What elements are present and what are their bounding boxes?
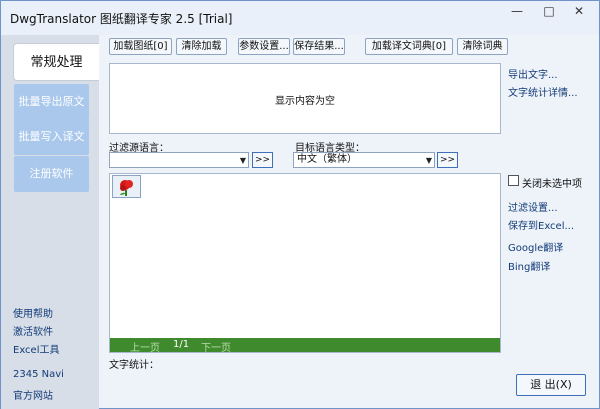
close-unselected-checkbox[interactable] xyxy=(508,175,519,186)
help-link[interactable]: 使用帮助 xyxy=(13,305,53,320)
load-dictionary-button[interactable]: 加载译文词典[0] xyxy=(365,38,453,55)
google-translate-link[interactable]: Google翻译 xyxy=(508,239,563,254)
prev-page-button[interactable]: 上一页 xyxy=(130,339,160,354)
sidebar: 常规处理 批量导出原文 批量写入译文 注册软件 使用帮助 激活软件 Excel工… xyxy=(1,35,99,409)
sidebar-tab-register[interactable]: 注册软件 xyxy=(14,156,89,192)
close-unselected-label: 关闭未选中项 xyxy=(522,179,582,190)
target-language-select[interactable]: 中文（繁体） ▼ xyxy=(293,152,435,168)
clear-load-button[interactable]: 清除加载 xyxy=(176,38,227,55)
sidebar-tab-batch-export[interactable]: 批量导出原文 xyxy=(14,84,89,120)
filter-settings-link[interactable]: 过滤设置... xyxy=(508,199,558,214)
clear-dictionary-button[interactable]: 清除词典 xyxy=(457,38,508,55)
source-language-select[interactable]: ▼ xyxy=(109,152,249,168)
target-apply-button[interactable]: >> xyxy=(437,152,458,168)
target-language-value: 中文（繁体） xyxy=(297,154,357,165)
save-result-button[interactable]: 保存结果... xyxy=(293,38,345,55)
rose-icon xyxy=(120,180,133,196)
settings-button[interactable]: 参数设置... xyxy=(238,38,290,55)
navi-link[interactable]: 2345 Navi xyxy=(13,369,64,380)
activate-link[interactable]: 激活软件 xyxy=(13,323,53,338)
chevron-down-icon: ▼ xyxy=(425,156,432,165)
minimize-button[interactable]: — xyxy=(507,3,527,21)
maximize-button[interactable]: □ xyxy=(539,3,559,21)
source-apply-button[interactable]: >> xyxy=(252,152,273,168)
pager: 上一页 1/1 下一页 xyxy=(110,338,500,354)
drawing-thumbnail[interactable] xyxy=(112,175,141,198)
text-stats-label: 文字统计： xyxy=(109,360,159,371)
content-display: 显示内容为空 xyxy=(109,63,501,134)
app-window: DwgTranslator 图纸翻译专家 2.5 [Trial] — □ ✕ 常… xyxy=(0,0,600,409)
text-stats-detail-link[interactable]: 文字统计详情... xyxy=(508,84,578,99)
exit-button[interactable]: 退 出(X) xyxy=(516,374,586,396)
page-indicator: 1/1 xyxy=(173,339,190,350)
next-page-button[interactable]: 下一页 xyxy=(201,339,231,354)
sidebar-tab-general[interactable]: 常规处理 xyxy=(13,43,99,81)
drawing-list[interactable]: 上一页 1/1 下一页 xyxy=(109,173,501,354)
bing-translate-link[interactable]: Bing翻译 xyxy=(508,258,550,273)
window-title: DwgTranslator 图纸翻译专家 2.5 [Trial] xyxy=(10,12,233,26)
save-to-excel-link[interactable]: 保存到Excel... xyxy=(508,217,574,232)
title-bar: DwgTranslator 图纸翻译专家 2.5 [Trial] — □ ✕ xyxy=(1,1,599,35)
close-button[interactable]: ✕ xyxy=(569,3,589,21)
chevron-down-icon: ▼ xyxy=(239,156,246,165)
official-site-link[interactable]: 官方网站 xyxy=(13,387,53,402)
excel-tools-link[interactable]: Excel工具 xyxy=(13,341,60,356)
load-drawing-button[interactable]: 加载图纸[0] xyxy=(109,38,172,55)
sidebar-tab-batch-write[interactable]: 批量写入译文 xyxy=(14,119,89,155)
export-text-link[interactable]: 导出文字... xyxy=(508,66,558,81)
empty-content-text: 显示内容为空 xyxy=(275,96,335,107)
